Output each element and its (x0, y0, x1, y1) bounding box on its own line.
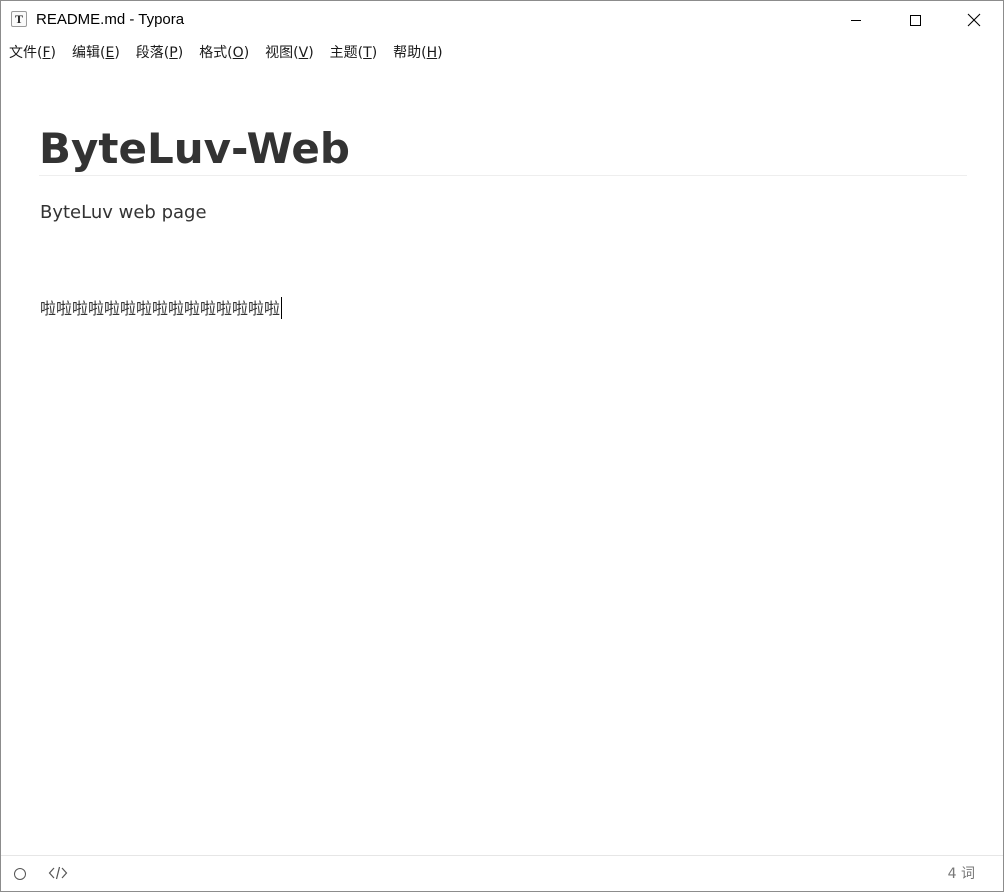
menu-bar: 文件(F) 编辑(E) 段落(P) 格式(O) 视图(V) 主题(T) 帮助(H… (1, 39, 1003, 67)
title-bar[interactable]: T README.md - Typora (1, 1, 1003, 39)
editor-area[interactable]: ByteLuv-Web ByteLuv web page 啦啦啦啦啦啦啦啦啦啦啦… (1, 67, 1003, 855)
menu-paragraph[interactable]: 段落(P) (136, 44, 183, 62)
maximize-icon (910, 15, 921, 26)
typora-window: T README.md - Typora 文件(F) 编辑(E) 段落(P) 格… (0, 0, 1004, 892)
word-count[interactable]: 4 词 (948, 866, 975, 882)
close-icon (967, 13, 981, 27)
document-paragraph[interactable]: 啦啦啦啦啦啦啦啦啦啦啦啦啦啦啦 (40, 297, 283, 321)
menu-format[interactable]: 格式(O) (199, 44, 249, 62)
paragraph-text[interactable]: 啦啦啦啦啦啦啦啦啦啦啦啦啦啦啦 (40, 299, 280, 318)
maximize-button[interactable] (892, 1, 938, 39)
minimize-button[interactable] (833, 1, 879, 39)
menu-file[interactable]: 文件(F) (9, 44, 56, 62)
source-code-icon[interactable] (48, 865, 68, 881)
menu-edit[interactable]: 编辑(E) (72, 44, 120, 62)
typora-icon[interactable]: T (11, 11, 27, 27)
menu-help[interactable]: 帮助(H) (393, 44, 442, 62)
window-title: README.md - Typora (36, 11, 185, 28)
close-button[interactable] (951, 1, 997, 39)
menu-theme[interactable]: 主题(T) (330, 44, 378, 62)
document-heading[interactable]: ByteLuv-Web (39, 123, 350, 175)
minimize-icon (851, 20, 861, 21)
status-bar: 4 词 (1, 855, 1003, 891)
text-caret (281, 297, 283, 319)
document-subtitle[interactable]: ByteLuv web page (40, 201, 207, 225)
menu-view[interactable]: 视图(V) (265, 44, 314, 62)
outline-toggle-icon[interactable] (14, 868, 26, 880)
heading-divider (39, 175, 967, 176)
